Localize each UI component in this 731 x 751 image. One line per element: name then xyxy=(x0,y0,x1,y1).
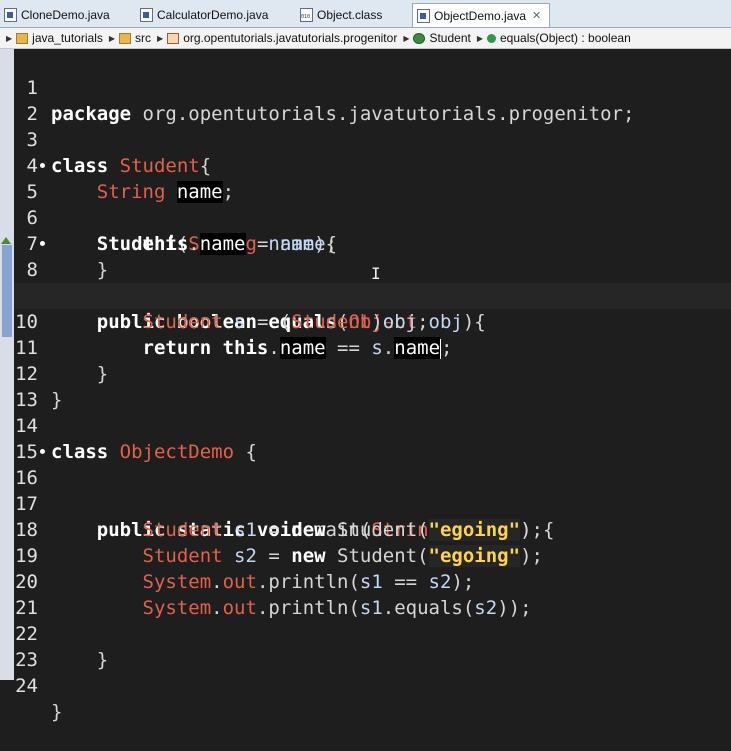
breadcrumb-item-src[interactable]: ▶ src xyxy=(103,31,151,45)
code-line[interactable]: 2 xyxy=(14,75,731,125)
class-file-icon xyxy=(300,7,313,22)
breadcrumb-item-method[interactable]: ▶ equals(Object) : boolean xyxy=(471,31,631,45)
code-editor[interactable]: 1 package org.opentutorials.javatutorial… xyxy=(0,49,731,723)
editor-gutter xyxy=(0,49,14,680)
code-line[interactable]: 24 } xyxy=(14,647,731,723)
breadcrumb-item-project[interactable]: ▶ java_tutorials xyxy=(0,31,103,45)
line-number: 24 xyxy=(15,675,38,697)
breadcrumb-item-class[interactable]: ▶ Student xyxy=(397,31,471,45)
tab-label: CloneDemo.java xyxy=(21,7,110,22)
text-cursor-icon: I xyxy=(371,264,381,283)
code-line[interactable]: 18 Student s2 = new Student("egoing"); xyxy=(14,491,731,567)
tab-label: ObjectDemo.java xyxy=(434,8,527,23)
code-lines: 1 package org.opentutorials.javatutorial… xyxy=(14,49,731,723)
code-line[interactable]: 14 class ObjectDemo { xyxy=(14,387,731,463)
breadcrumb-label: org.opentutorials.javatutorials.progenit… xyxy=(183,31,398,45)
code-line[interactable]: 17 Student s1 = new Student("egoing"); xyxy=(14,465,731,541)
tab-object-class[interactable]: Object.class xyxy=(296,3,406,26)
chevron-right-icon: ▶ xyxy=(476,33,483,43)
breadcrumb-label: java_tutorials xyxy=(32,31,103,45)
code-line[interactable]: 5 Student(String name){ xyxy=(14,153,731,255)
code-line[interactable]: 16 public static void main(String[] args… xyxy=(14,439,731,541)
breadcrumb-label: src xyxy=(135,31,152,45)
close-tab-icon[interactable]: ✕ xyxy=(532,9,541,22)
code-line[interactable]: 19 System.out.println(s1 == s2); xyxy=(14,517,731,593)
chevron-right-icon: ▶ xyxy=(108,33,116,43)
line-code: } xyxy=(51,701,63,723)
breadcrumb-item-package[interactable]: ▶ org.opentutorials.javatutorials.progen… xyxy=(151,31,397,45)
breadcrumb: ▶ java_tutorials ▶ src ▶ org.opentutoria… xyxy=(0,28,731,49)
java-file-icon xyxy=(4,7,17,22)
chevron-right-icon: ▶ xyxy=(157,33,164,43)
method-icon xyxy=(487,33,496,43)
code-line[interactable]: 6 this.name = name; xyxy=(14,179,731,255)
tab-clonedemo[interactable]: CloneDemo.java xyxy=(0,3,128,26)
breadcrumb-label: Student xyxy=(429,31,471,45)
code-line-current[interactable]: 10 return this.name == s.name; xyxy=(14,283,731,359)
code-line[interactable]: 7 } xyxy=(14,205,731,281)
java-file-icon xyxy=(417,8,430,23)
breadcrumb-label: equals(Object) : boolean xyxy=(500,31,631,45)
project-icon xyxy=(16,32,29,44)
code-line[interactable]: 8 public boolean equals(Object obj){ xyxy=(14,231,731,333)
code-line[interactable]: 13 xyxy=(14,361,731,411)
source-folder-icon xyxy=(119,32,132,44)
code-line[interactable]: 12 } xyxy=(14,335,731,411)
code-line[interactable]: 9 Student s = (Student)obj; I xyxy=(14,257,731,333)
tab-label: CalculatorDemo.java xyxy=(157,7,269,22)
class-icon xyxy=(413,32,426,44)
code-line[interactable]: 3 class Student{ xyxy=(14,101,731,177)
java-file-icon xyxy=(140,7,153,22)
code-line[interactable]: 21 xyxy=(14,569,731,619)
tab-label: Object.class xyxy=(317,7,383,22)
tab-calculatordemo[interactable]: CalculatorDemo.java xyxy=(136,3,288,26)
code-line[interactable]: 22 } xyxy=(14,595,731,671)
code-line[interactable]: 23 xyxy=(14,621,731,671)
change-marker xyxy=(2,245,12,337)
chevron-right-icon: ▶ xyxy=(403,33,410,43)
editor-tab-bar: CloneDemo.java CalculatorDemo.java Objec… xyxy=(0,0,731,28)
code-line[interactable]: 4 String name; xyxy=(14,127,731,203)
code-line[interactable]: 15 xyxy=(14,413,731,463)
code-line[interactable]: 11 } xyxy=(14,309,731,385)
tab-objectdemo[interactable]: ObjectDemo.java ✕ xyxy=(412,3,550,27)
package-icon xyxy=(167,32,180,44)
fold-marker-icon[interactable] xyxy=(40,449,45,454)
override-marker-icon xyxy=(1,237,11,244)
fold-marker-icon[interactable] xyxy=(40,163,45,168)
code-line[interactable]: 20 System.out.println(s1.equals(s2)); xyxy=(14,543,731,619)
fold-marker-icon[interactable] xyxy=(40,241,45,246)
code-line[interactable]: 1 package org.opentutorials.javatutorial… xyxy=(14,49,731,125)
chevron-right-icon: ▶ xyxy=(6,33,13,43)
